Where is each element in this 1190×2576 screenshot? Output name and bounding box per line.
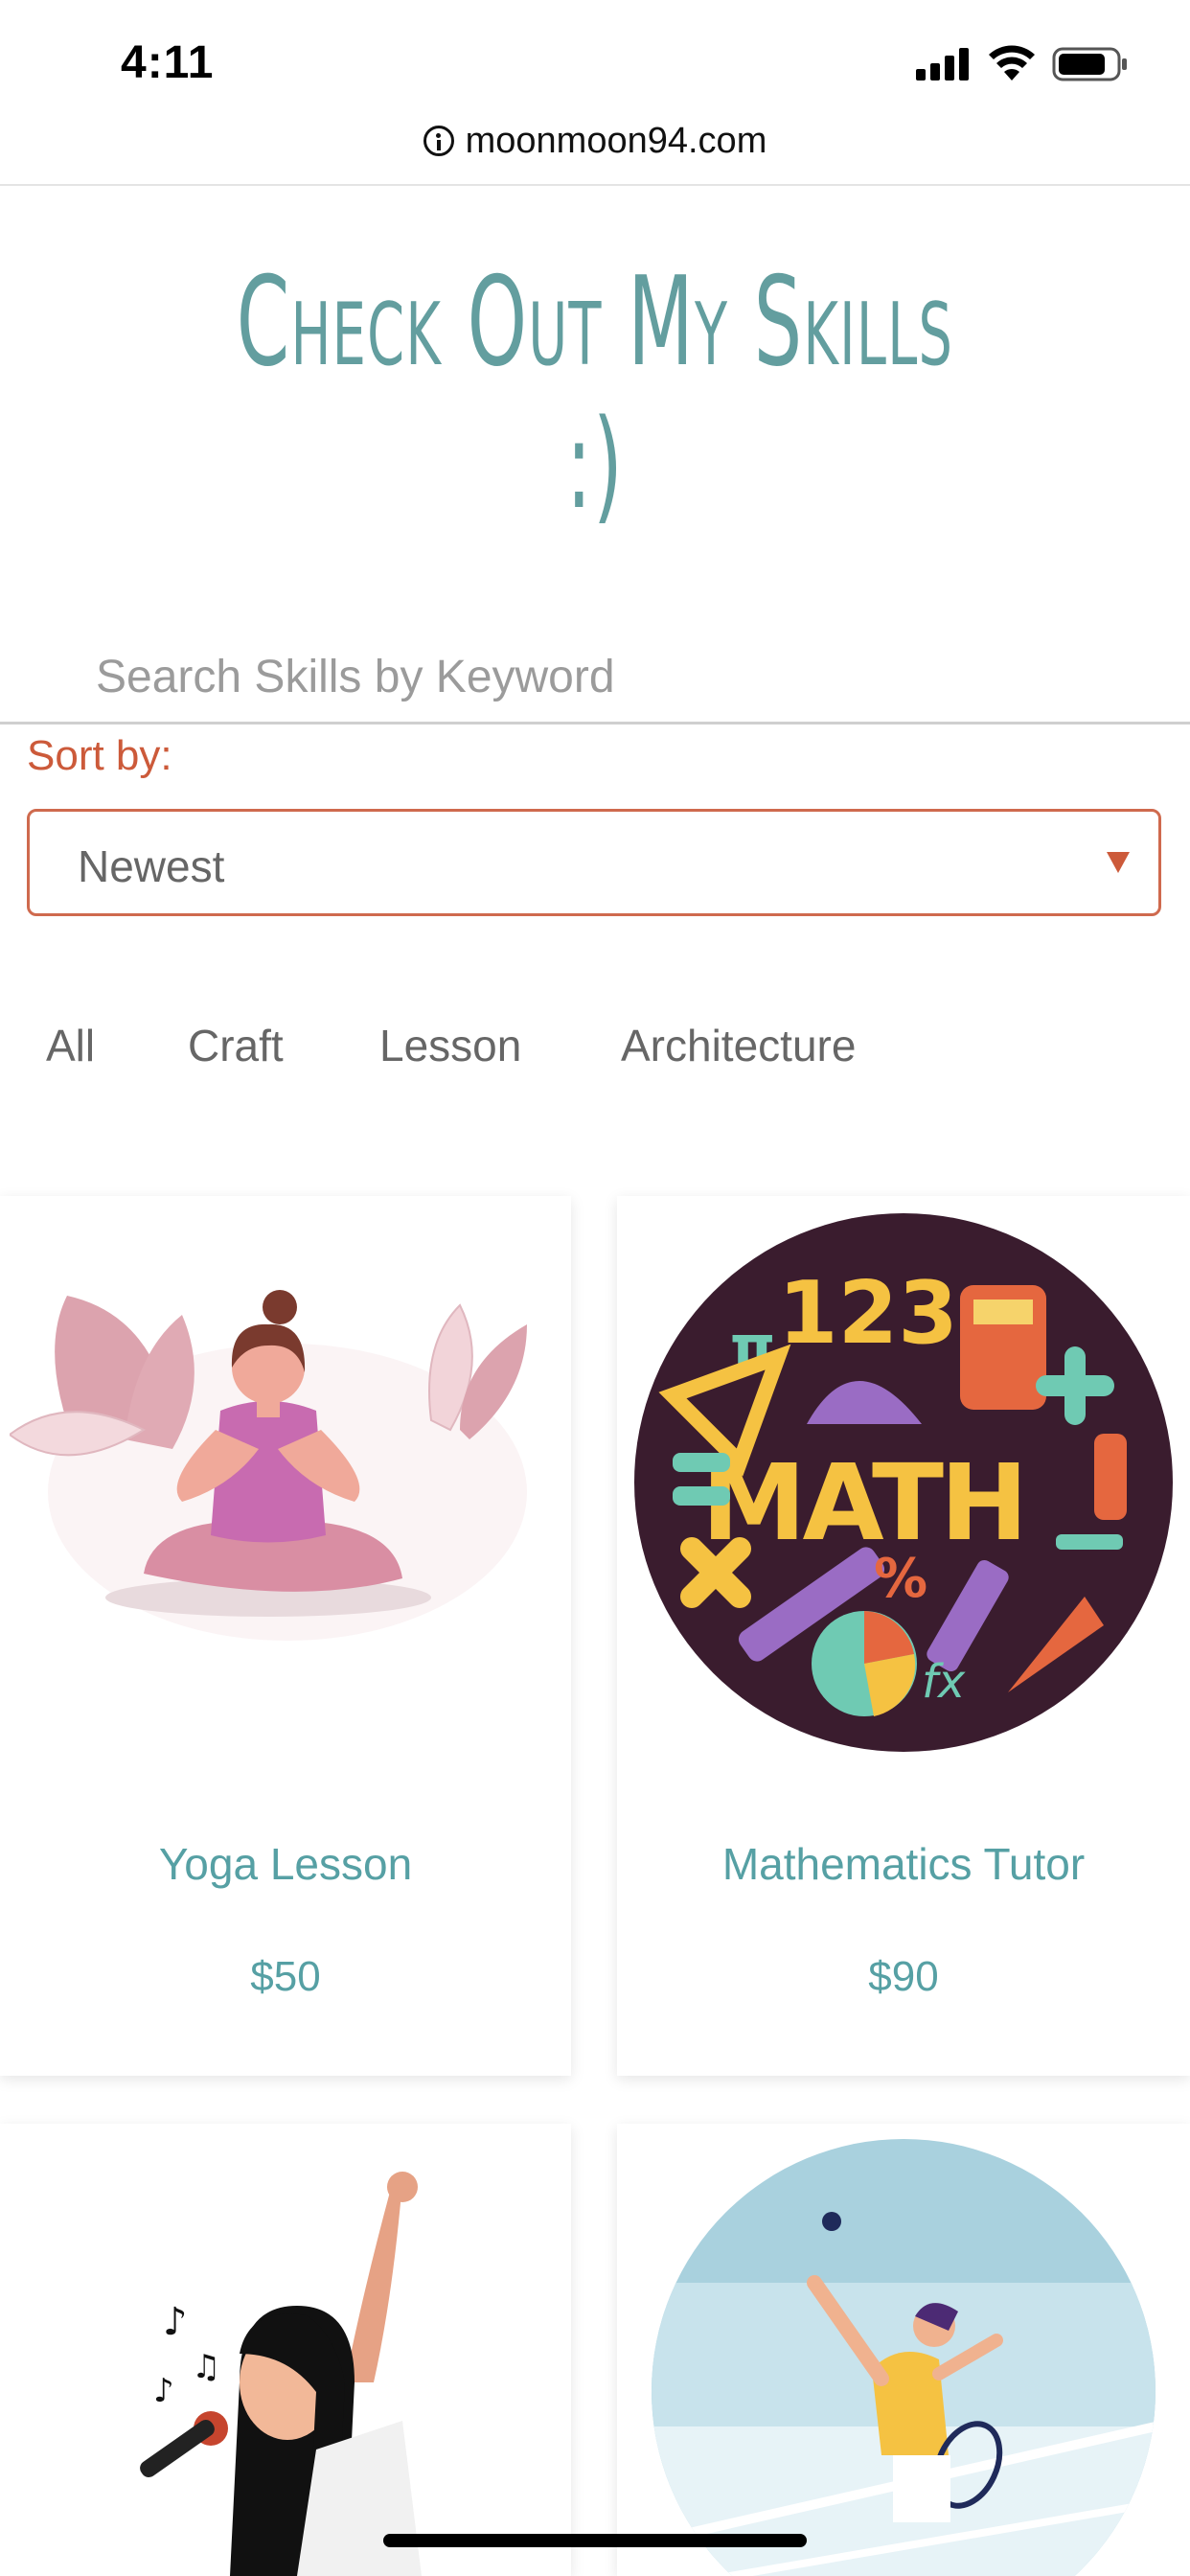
card-price: $90 — [868, 1953, 939, 2000]
page-title: Check Out My Skills :) — [236, 251, 954, 537]
home-indicator[interactable] — [383, 2534, 807, 2547]
dropdown-arrow-icon — [1107, 852, 1130, 873]
sort-label: Sort by: — [27, 732, 172, 779]
sort-selected-value: Newest — [78, 841, 225, 891]
cellular-signal-icon — [916, 48, 970, 80]
skill-card-math[interactable]: 123 π MATH % fx Mathematics Tutor $90 — [617, 1196, 1190, 2076]
card-title: Yoga Lesson — [158, 1839, 413, 1889]
info-icon — [423, 126, 454, 156]
svg-text:♫: ♫ — [192, 2348, 220, 2386]
card-title: Mathematics Tutor — [721, 1839, 1086, 1889]
tennis-illustration — [652, 2139, 1156, 2576]
yoga-illustration — [10, 1290, 527, 1641]
sort-dropdown[interactable]: Newest — [27, 809, 1161, 916]
svg-text:123: 123 — [778, 1263, 958, 1364]
search-input[interactable] — [0, 632, 1190, 724]
divider — [0, 184, 1190, 186]
skill-card-yoga[interactable]: Yoga Lesson $50 — [0, 1196, 571, 2076]
skill-card-singing[interactable]: ♪ ♫ ♪ — [0, 2124, 571, 2576]
filter-architecture[interactable]: Architecture — [621, 1020, 856, 1071]
url-text: moonmoon94.com — [465, 121, 767, 161]
card-price: $50 — [250, 1953, 321, 2000]
wifi-icon — [989, 45, 1035, 80]
svg-text:♪: ♪ — [163, 2300, 188, 2344]
status-bar: 4:11 — [0, 0, 1190, 126]
browser-url-bar[interactable]: moonmoon94.com — [0, 121, 1190, 184]
svg-text:♪: ♪ — [153, 2372, 174, 2410]
skill-card-tennis[interactable] — [617, 2124, 1190, 2576]
filter-all[interactable]: All — [46, 1020, 95, 1071]
singing-illustration: ♪ ♫ ♪ — [140, 2172, 422, 2576]
svg-text:%: % — [874, 1548, 927, 1610]
filter-craft[interactable]: Craft — [188, 1020, 284, 1071]
math-illustration: 123 π MATH % fx — [634, 1213, 1173, 1752]
filter-lesson[interactable]: Lesson — [379, 1020, 521, 1071]
status-time: 4:11 — [121, 37, 215, 88]
svg-text:fx: fx — [922, 1655, 966, 1709]
battery-icon — [1052, 47, 1127, 81]
